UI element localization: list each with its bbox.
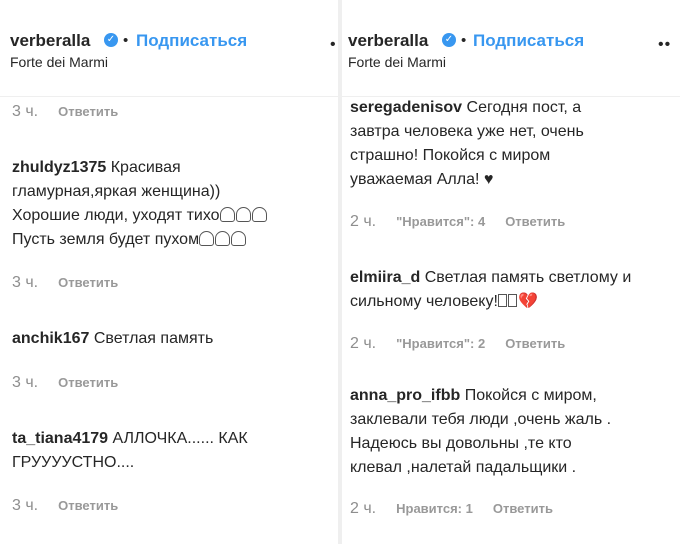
comment-username[interactable]: zhuldyz1375 (12, 159, 106, 176)
comment-time: 3 ч. (12, 497, 39, 514)
comment: ta_tiana4179 АЛЛОЧКА...... КАК ГРУУУУСТН… (12, 427, 332, 475)
post-author-username[interactable]: verberalla (10, 31, 90, 51)
reply-button[interactable]: Ответить (505, 214, 565, 229)
broken-heart-icon: 💔 (517, 293, 538, 310)
header-separator: • (461, 32, 467, 49)
comment-meta: 3 ч. Ответить (12, 272, 118, 294)
post-author-username[interactable]: verberalla (348, 31, 428, 51)
comment: zhuldyz1375 Красивая гламурная,яркая жен… (12, 156, 332, 252)
verified-badge-icon: ✓ (442, 33, 456, 47)
comment-text: завтра человека уже нет, очень (350, 123, 584, 140)
comment-time: 2 ч. (350, 213, 377, 230)
header-separator: • (123, 32, 129, 49)
comment-username[interactable]: seregadenisov (350, 99, 462, 116)
comment-meta: 2 ч. "Нравится": 2 Ответить (350, 333, 565, 355)
right-comments-panel: verberalla ✓ • Подписаться Forte dei Mar… (342, 0, 680, 544)
likes-count[interactable]: "Нравится": 2 (396, 336, 485, 351)
comment-text: Надеюсь вы довольны ,те кто (350, 435, 572, 452)
comment-meta: 3 ч. Ответить (12, 372, 118, 394)
comment-time: 3 ч. (12, 374, 39, 391)
verified-badge-icon: ✓ (104, 33, 118, 47)
reply-button[interactable]: Ответить (493, 501, 553, 516)
comment-time: 3 ч. (12, 274, 39, 291)
follow-button[interactable]: Подписаться (136, 31, 247, 51)
comment-text: Красивая (110, 159, 181, 176)
comment-text: уважаемая Алла! ♥ (350, 171, 494, 188)
comment-text: страшно! Покойся с миром (350, 147, 551, 164)
comment-meta: 2 ч. "Нравится": 4 Ответить (350, 211, 565, 233)
comment-username[interactable]: ta_tiana4179 (12, 430, 108, 447)
unsupported-glyph-icon (497, 293, 518, 310)
left-comments-panel: verberalla ✓ • Подписаться Forte dei Mar… (0, 0, 338, 544)
post-header: verberalla ✓ • Подписаться Forte dei Mar… (0, 0, 338, 97)
comment-username[interactable]: anchik167 (12, 330, 89, 347)
comment: anna_pro_ifbb Покойся с миром, заклевали… (350, 384, 676, 480)
comment: anchik167 Светлая память (12, 327, 332, 351)
more-options-icon[interactable]: •• (658, 36, 671, 54)
comment-text: Светлая память светлому и (424, 269, 632, 286)
more-options-icon[interactable]: • (330, 36, 337, 54)
comment-text: Пусть земля будет пухом (12, 231, 200, 248)
reply-button[interactable]: Ответить (58, 104, 118, 119)
comment-text: Покойся с миром, (464, 387, 597, 404)
post-location[interactable]: Forte dei Marmi (348, 54, 446, 70)
reply-button[interactable]: Ответить (58, 275, 118, 290)
comment-text: сильному человеку! (350, 293, 498, 310)
post-header: verberalla ✓ • Подписаться Forte dei Mar… (342, 0, 680, 97)
crying-emoji-icon (219, 207, 268, 224)
comment-username[interactable]: elmiira_d (350, 269, 420, 286)
reply-button[interactable]: Ответить (505, 336, 565, 351)
comment-meta: 3 ч. Ответить (12, 101, 118, 123)
comment-time: 2 ч. (350, 500, 377, 517)
comment-text: заклевали тебя люди ,очень жаль . (350, 411, 612, 428)
comment-meta: 2 ч. Нравится: 1 Ответить (350, 498, 553, 520)
likes-count[interactable]: Нравится: 1 (396, 501, 473, 516)
likes-count[interactable]: "Нравится": 4 (396, 214, 485, 229)
reply-button[interactable]: Ответить (58, 375, 118, 390)
crying-emoji-icon (199, 231, 247, 248)
follow-button[interactable]: Подписаться (473, 31, 584, 51)
comment-text: Светлая память (93, 330, 214, 347)
comment: seregadenisov Сегодня пост, а завтра чел… (350, 96, 676, 192)
comment-text: клевал ,налетай падальщики . (350, 459, 577, 476)
comment-text: ГРУУУУСТНО.... (12, 454, 135, 471)
comment-username[interactable]: anna_pro_ifbb (350, 387, 460, 404)
comment-text: АЛЛОЧКА...... КАК (112, 430, 248, 447)
comment-text: гламурная,яркая женщина)) (12, 183, 221, 200)
comment-time: 2 ч. (350, 335, 377, 352)
comment-meta: 3 ч. Ответить (12, 495, 118, 517)
comment-time: 3 ч. (12, 103, 39, 120)
comment: elmiira_d Светлая память светлому и силь… (350, 266, 676, 314)
post-location[interactable]: Forte dei Marmi (10, 54, 108, 70)
comment-text: Хорошие люди, уходят тихо (12, 207, 220, 224)
comment-text: Сегодня пост, а (466, 99, 582, 116)
reply-button[interactable]: Ответить (58, 498, 118, 513)
